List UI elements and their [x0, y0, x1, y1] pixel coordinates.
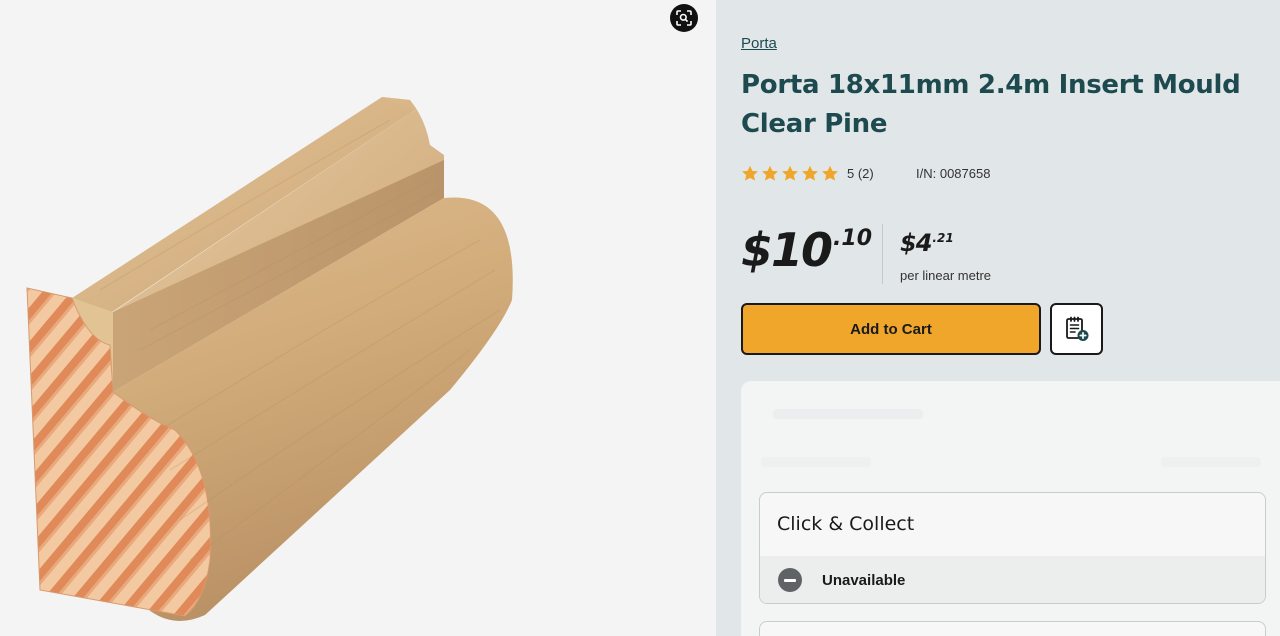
fulfilment-card: Click & Collect Unavailable [741, 381, 1280, 636]
price-dollars: $10 [741, 223, 833, 277]
product-details-panel: Porta Porta 18x11mm 2.4m Insert Mould Cl… [716, 0, 1280, 636]
unit-price-label: per linear metre [900, 268, 992, 283]
rating-count: 5 (2) [847, 165, 874, 181]
unit-price: $4 .21 [900, 228, 954, 258]
star-icon [822, 165, 838, 181]
add-to-cart-button[interactable]: Add to Cart [741, 303, 1041, 355]
product-media [0, 0, 716, 636]
click-collect-box[interactable]: Click & Collect Unavailable [759, 492, 1266, 604]
loading-placeholder [773, 409, 923, 419]
star-rating [741, 165, 839, 182]
product-title: Porta 18x11mm 2.4m Insert Mould Clear Pi… [741, 70, 1241, 139]
loading-placeholder [1161, 457, 1261, 467]
star-icon [802, 165, 818, 181]
click-collect-status: Unavailable [760, 556, 1265, 603]
price: $10 .10 [741, 222, 872, 278]
product-image [26, 97, 513, 621]
click-collect-status-text: Unavailable [822, 571, 906, 589]
zoom-button[interactable] [670, 4, 698, 32]
unit-price-dollars: $4 [900, 229, 932, 257]
item-number: I/N: 0087658 [916, 166, 991, 181]
price-cents: .10 [833, 226, 873, 251]
zoom-search-icon [676, 10, 692, 26]
star-icon [742, 165, 758, 181]
clipboard-plus-icon [1065, 316, 1088, 341]
click-collect-title: Click & Collect [777, 513, 915, 535]
star-icon [762, 165, 778, 181]
unit-price-cents: .21 [932, 231, 954, 245]
rating[interactable]: 5 (2) [741, 163, 874, 183]
price-divider [882, 224, 883, 284]
add-to-list-button[interactable] [1050, 303, 1103, 355]
star-icon [782, 165, 798, 181]
brand-link[interactable]: Porta [741, 35, 777, 52]
delivery-box[interactable] [759, 621, 1266, 636]
loading-placeholder [761, 457, 871, 467]
minus-circle-icon [778, 568, 802, 592]
